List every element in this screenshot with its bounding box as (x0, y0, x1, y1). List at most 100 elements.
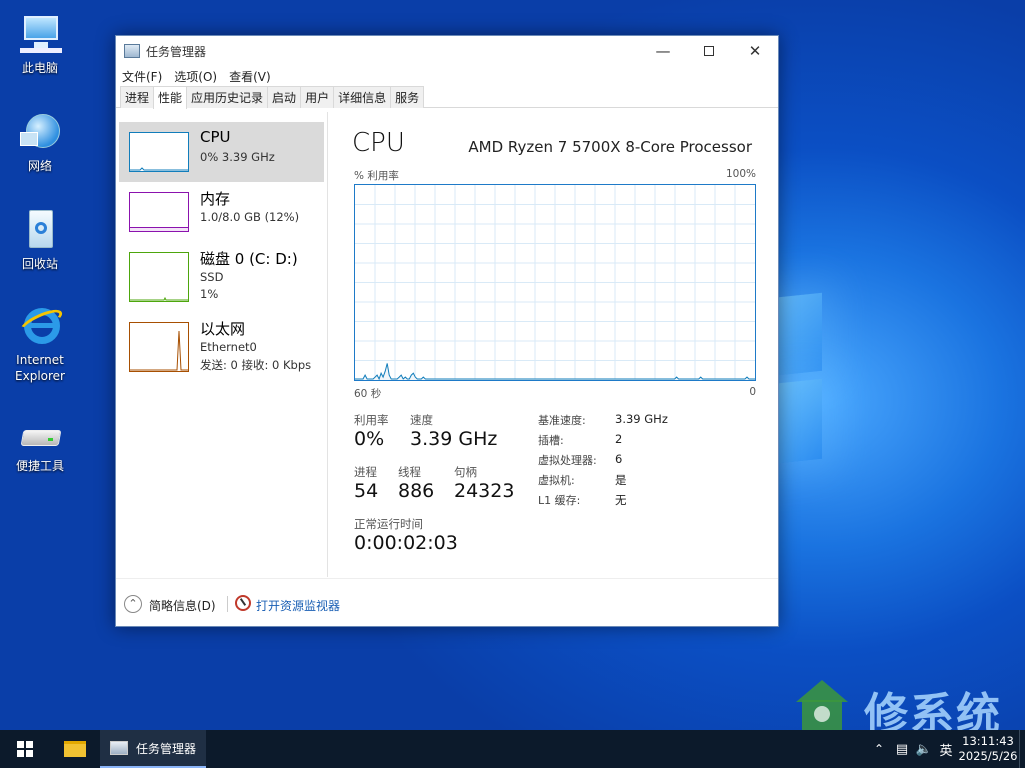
ime-indicator[interactable]: 英 (935, 740, 957, 759)
ethernet-mini-graph (129, 322, 189, 372)
threads-value: 886 (398, 480, 435, 502)
folder-icon (64, 741, 86, 757)
tab-processes[interactable]: 进程 (120, 86, 155, 108)
sidebar-item-memory[interactable]: 内存 1.0/8.0 GB (12%) (119, 182, 324, 242)
sidebar-item-detail: 1% (200, 287, 219, 301)
utilization-value: 0% (354, 428, 385, 450)
handles-value: 24323 (454, 480, 515, 502)
network-tray-icon[interactable]: ▤ (891, 742, 913, 757)
memory-mini-graph (129, 192, 189, 232)
menu-options[interactable]: 选项(O) (174, 68, 217, 85)
tab-services[interactable]: 服务 (390, 86, 425, 108)
graph-y-label: % 利用率 (354, 170, 399, 182)
tab-startup[interactable]: 启动 (267, 86, 302, 108)
sidebar-item-cpu[interactable]: CPU 0% 3.39 GHz (119, 122, 324, 182)
task-manager-icon (110, 741, 128, 755)
panel-heading: CPU (352, 128, 405, 158)
base-speed-label: 基准速度: (538, 414, 586, 427)
task-manager-app-icon (124, 44, 140, 58)
sidebar-item-title: 磁盘 0 (C: D:) (200, 250, 298, 268)
virtual-processors-label: 虚拟处理器: (538, 454, 597, 467)
graph-x-right-label: 0 (749, 386, 756, 398)
handles-label: 句柄 (454, 465, 477, 479)
desktop-icon-internet-explorer[interactable]: Internet Explorer (8, 304, 72, 384)
taskbar-task-manager[interactable]: 任务管理器 (100, 730, 207, 768)
sidebar-item-detail: 发送: 0 接收: 0 Kbps (200, 358, 312, 372)
network-globe-icon (18, 110, 62, 154)
clock-date: 2025/5/26 (958, 749, 1018, 763)
fewer-details-link[interactable]: 简略信息(D) (149, 597, 216, 614)
desktop-icon-label: 网络 (27, 159, 52, 173)
menu-view[interactable]: 查看(V) (229, 68, 271, 85)
internet-explorer-icon (16, 304, 66, 348)
sidebar-item-title: 内存 (200, 190, 231, 208)
desktop-icon-network[interactable]: 网络 (8, 110, 72, 174)
desktop-icon-label: 便捷工具 (15, 459, 64, 473)
taskbar: 任务管理器 ⌃ ▤ 🔈 英 13:11:43 2025/5/26 (0, 730, 1025, 768)
start-button[interactable] (0, 730, 50, 768)
desktop-icon-utilities[interactable]: 便捷工具 (8, 424, 72, 474)
minimize-button[interactable]: — (640, 36, 686, 66)
windows-start-icon (17, 741, 33, 757)
computer-icon (18, 12, 62, 56)
desktop-icon-label: Internet Explorer (15, 353, 65, 383)
virtual-machine-value: 是 (615, 473, 627, 487)
chevron-up-icon[interactable]: ⌃ (124, 595, 142, 613)
utilization-label: 利用率 (354, 413, 389, 427)
task-manager-window: 任务管理器 — ✕ 文件(F) 选项(O) 查看(V) 进程 性能 应用历史记录… (115, 35, 779, 627)
desktop-icon-this-pc[interactable]: 此电脑 (8, 12, 72, 76)
chevron-up-tray-icon[interactable]: ⌃ (867, 742, 891, 756)
resource-monitor-icon (235, 595, 251, 611)
tab-details[interactable]: 详细信息 (333, 86, 392, 108)
graph-x-left-label: 60 秒 (354, 388, 382, 400)
sidebar-item-title: 以太网 (200, 320, 246, 338)
sidebar-item-detail: 1.0/8.0 GB (12%) (200, 210, 300, 224)
uptime-label: 正常运行时间 (354, 517, 423, 531)
virtual-machine-label: 虚拟机: (538, 474, 575, 487)
resource-sidebar: CPU 0% 3.39 GHz 内存 1.0/8.0 GB (12%) 磁盘 0… (116, 112, 328, 577)
cpu-utilization-graph (354, 184, 756, 381)
drive-icon (18, 424, 62, 454)
processor-name: AMD Ryzen 7 5700X 8-Core Processor (468, 138, 752, 156)
taskbar-file-explorer[interactable] (50, 730, 100, 768)
title-bar[interactable]: 任务管理器 — ✕ (116, 36, 778, 66)
open-resource-monitor-link[interactable]: 打开资源监视器 (256, 597, 340, 614)
close-button[interactable]: ✕ (732, 36, 778, 66)
speed-value: 3.39 GHz (410, 428, 498, 450)
l1-cache-value: 无 (615, 493, 627, 507)
sidebar-item-disk[interactable]: 磁盘 0 (C: D:) SSD 1% (119, 242, 324, 302)
uptime-value: 0:00:02:03 (354, 532, 458, 554)
clock-time: 13:11:43 (962, 734, 1014, 748)
window-title: 任务管理器 (146, 44, 207, 59)
sidebar-item-detail: 0% 3.39 GHz (200, 150, 275, 164)
threads-label: 线程 (398, 465, 421, 479)
clock[interactable]: 13:11:43 2025/5/26 (957, 734, 1019, 764)
menu-bar: 文件(F) 选项(O) 查看(V) (116, 66, 778, 86)
cpu-graph-svg (355, 185, 755, 380)
base-speed-value: 3.39 GHz (615, 412, 668, 426)
tab-app-history[interactable]: 应用历史记录 (186, 86, 269, 108)
watermark-logo: 修系统 (790, 676, 1020, 740)
performance-body: CPU 0% 3.39 GHz 内存 1.0/8.0 GB (12%) 磁盘 0… (116, 112, 778, 578)
menu-file[interactable]: 文件(F) (122, 68, 162, 85)
recycle-bin-icon (18, 208, 62, 252)
sidebar-item-title: CPU (200, 128, 231, 146)
virtual-processors-value: 6 (615, 452, 623, 466)
sockets-value: 2 (615, 432, 623, 446)
sockets-label: 插槽: (538, 434, 564, 447)
tab-strip: 进程 性能 应用历史记录 启动 用户 详细信息 服务 (116, 86, 778, 109)
processes-value: 54 (354, 480, 379, 502)
volume-icon[interactable]: 🔈 (913, 742, 935, 757)
maximize-button[interactable] (686, 36, 732, 66)
window-footer: ⌃ 简略信息(D) 打开资源监视器 (116, 578, 778, 626)
show-desktop-button[interactable] (1019, 730, 1025, 768)
tab-users[interactable]: 用户 (300, 86, 335, 108)
footer-divider (227, 596, 228, 612)
tab-performance[interactable]: 性能 (153, 86, 188, 109)
desktop-icon-label: 回收站 (21, 257, 58, 271)
sidebar-item-detail: Ethernet0 (200, 340, 257, 354)
processes-label: 进程 (354, 465, 377, 479)
sidebar-item-ethernet[interactable]: 以太网 Ethernet0 发送: 0 接收: 0 Kbps (119, 312, 324, 372)
desktop-icon-recycle-bin[interactable]: 回收站 (8, 208, 72, 272)
desktop-icon-label: 此电脑 (21, 61, 58, 75)
